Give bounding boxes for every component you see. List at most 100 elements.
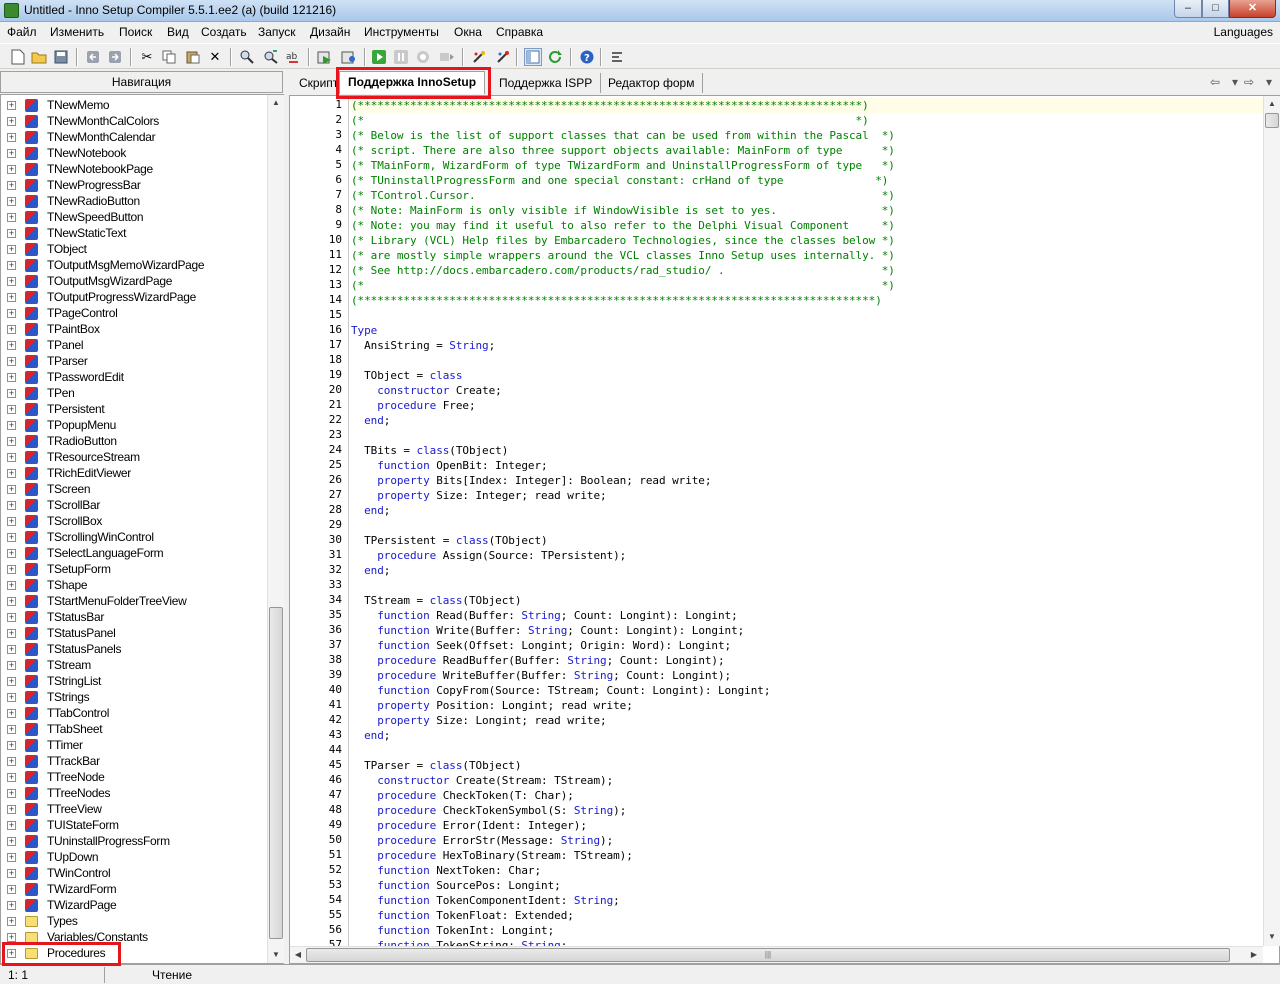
tree-item[interactable]: + TPageControl — [1, 305, 267, 321]
tree-item[interactable]: + TNewMonthCalendar — [1, 129, 267, 145]
code-area[interactable]: (***************************************… — [350, 96, 1264, 946]
tree-item[interactable]: + TNewProgressBar — [1, 177, 267, 193]
redo-icon[interactable] — [106, 48, 124, 66]
find-next-icon[interactable] — [262, 48, 280, 66]
tree-item[interactable]: + Variables/Constants — [1, 929, 267, 945]
expand-icon[interactable]: + — [7, 725, 16, 734]
tree-item[interactable]: + TSetupForm — [1, 561, 267, 577]
tree-item[interactable]: + TStatusPanel — [1, 625, 267, 641]
maximize-button[interactable]: □ — [1202, 0, 1229, 18]
tree-item[interactable]: + TWizardForm — [1, 881, 267, 897]
tree-item[interactable]: + TNewNotebook — [1, 145, 267, 161]
tree-item[interactable]: + TWinControl — [1, 865, 267, 881]
expand-icon[interactable]: + — [7, 933, 16, 942]
toggle-panel-icon[interactable] — [524, 48, 542, 66]
new-file-icon[interactable] — [9, 48, 27, 66]
run-icon[interactable] — [370, 48, 388, 66]
expand-icon[interactable]: + — [7, 149, 16, 158]
expand-icon[interactable]: + — [7, 229, 16, 238]
menu-run[interactable]: Запуск — [258, 25, 296, 39]
expand-icon[interactable]: + — [7, 485, 16, 494]
tree-item[interactable]: + TStringList — [1, 673, 267, 689]
expand-icon[interactable]: + — [7, 917, 16, 926]
tree-item[interactable]: + TRadioButton — [1, 433, 267, 449]
minimize-button[interactable]: – — [1174, 0, 1202, 18]
expand-icon[interactable]: + — [7, 117, 16, 126]
tree-item[interactable]: + TScrollBox — [1, 513, 267, 529]
expand-icon[interactable]: + — [7, 581, 16, 590]
paste-icon[interactable] — [184, 48, 202, 66]
expand-icon[interactable]: + — [7, 405, 16, 414]
tree-item[interactable]: + TSelectLanguageForm — [1, 545, 267, 561]
expand-icon[interactable]: + — [7, 437, 16, 446]
tree-item[interactable]: + TScrollBar — [1, 497, 267, 513]
menu-design[interactable]: Дизайн — [310, 25, 350, 39]
expand-icon[interactable]: + — [7, 165, 16, 174]
menu-languages[interactable]: Languages — [1214, 25, 1273, 39]
tree-item[interactable]: + TScrollingWinControl — [1, 529, 267, 545]
scroll-up-icon[interactable]: ▲ — [268, 95, 284, 111]
stop-icon[interactable] — [414, 48, 432, 66]
expand-icon[interactable]: + — [7, 565, 16, 574]
tree-item[interactable]: + TOutputProgressWizardPage — [1, 289, 267, 305]
menu-file[interactable]: Файл — [7, 25, 37, 39]
expand-icon[interactable]: + — [7, 549, 16, 558]
tree-item[interactable]: + TObject — [1, 241, 267, 257]
expand-icon[interactable]: + — [7, 133, 16, 142]
tree-item[interactable]: + TTreeView — [1, 801, 267, 817]
cut-icon[interactable]: ✂ — [138, 48, 156, 66]
tree-item[interactable]: + TOutputMsgMemoWizardPage — [1, 257, 267, 273]
menu-search[interactable]: Поиск — [119, 25, 152, 39]
expand-icon[interactable]: + — [7, 341, 16, 350]
tree-item[interactable]: + TNewNotebookPage — [1, 161, 267, 177]
tree-item[interactable]: + TNewMemo — [1, 97, 267, 113]
tree-item[interactable]: + TTabControl — [1, 705, 267, 721]
compile-icon[interactable] — [316, 48, 334, 66]
expand-icon[interactable]: + — [7, 389, 16, 398]
tree-item[interactable]: + TTabSheet — [1, 721, 267, 737]
find-icon[interactable] — [238, 48, 256, 66]
tree-item[interactable]: + TTimer — [1, 737, 267, 753]
scroll-down-icon[interactable]: ▼ — [1264, 929, 1280, 945]
menu-windows[interactable]: Окна — [454, 25, 482, 39]
step-icon[interactable] — [438, 48, 456, 66]
expand-icon[interactable]: + — [7, 805, 16, 814]
expand-icon[interactable]: + — [7, 101, 16, 110]
navigation-scrollbar[interactable]: ▲ ▼ — [267, 95, 284, 963]
tree-item[interactable]: + TNewMonthCalColors — [1, 113, 267, 129]
forward-arrow-icon[interactable]: ⇨ — [1244, 75, 1254, 89]
expand-icon[interactable]: + — [7, 645, 16, 654]
tree-item[interactable]: + TStatusBar — [1, 609, 267, 625]
tree-item[interactable]: + TUIStateForm — [1, 817, 267, 833]
expand-icon[interactable]: + — [7, 901, 16, 910]
pause-icon[interactable] — [392, 48, 410, 66]
editor-vertical-scrollbar[interactable]: ▲ ▼ — [1263, 96, 1280, 946]
expand-icon[interactable]: + — [7, 261, 16, 270]
menu-create[interactable]: Создать — [201, 25, 247, 39]
expand-icon[interactable]: + — [7, 325, 16, 334]
expand-icon[interactable]: + — [7, 629, 16, 638]
close-button[interactable]: ✕ — [1229, 0, 1276, 18]
tree-item[interactable]: + TPen — [1, 385, 267, 401]
replace-icon[interactable]: ab — [284, 48, 302, 66]
menu-view[interactable]: Вид — [167, 25, 189, 39]
back-dropdown-icon[interactable]: ▾ — [1232, 75, 1238, 89]
expand-icon[interactable]: + — [7, 869, 16, 878]
expand-icon[interactable]: + — [7, 885, 16, 894]
expand-icon[interactable]: + — [7, 533, 16, 542]
tree-item[interactable]: + TOutputMsgWizardPage — [1, 273, 267, 289]
tree-item[interactable]: + TTreeNode — [1, 769, 267, 785]
tree-item[interactable]: + TPopupMenu — [1, 417, 267, 433]
tree-item[interactable]: + TScreen — [1, 481, 267, 497]
tree-item[interactable]: + TPasswordEdit — [1, 369, 267, 385]
tree-item[interactable]: + TRichEditViewer — [1, 465, 267, 481]
expand-icon[interactable]: + — [7, 469, 16, 478]
expand-icon[interactable]: + — [7, 837, 16, 846]
expand-icon[interactable]: + — [7, 293, 16, 302]
expand-icon[interactable]: + — [7, 789, 16, 798]
expand-icon[interactable]: + — [7, 453, 16, 462]
tree-item[interactable]: + TParser — [1, 353, 267, 369]
tab-script[interactable]: Скрипт — [291, 73, 346, 93]
expand-icon[interactable]: + — [7, 373, 16, 382]
tree-item[interactable]: + TNewRadioButton — [1, 193, 267, 209]
